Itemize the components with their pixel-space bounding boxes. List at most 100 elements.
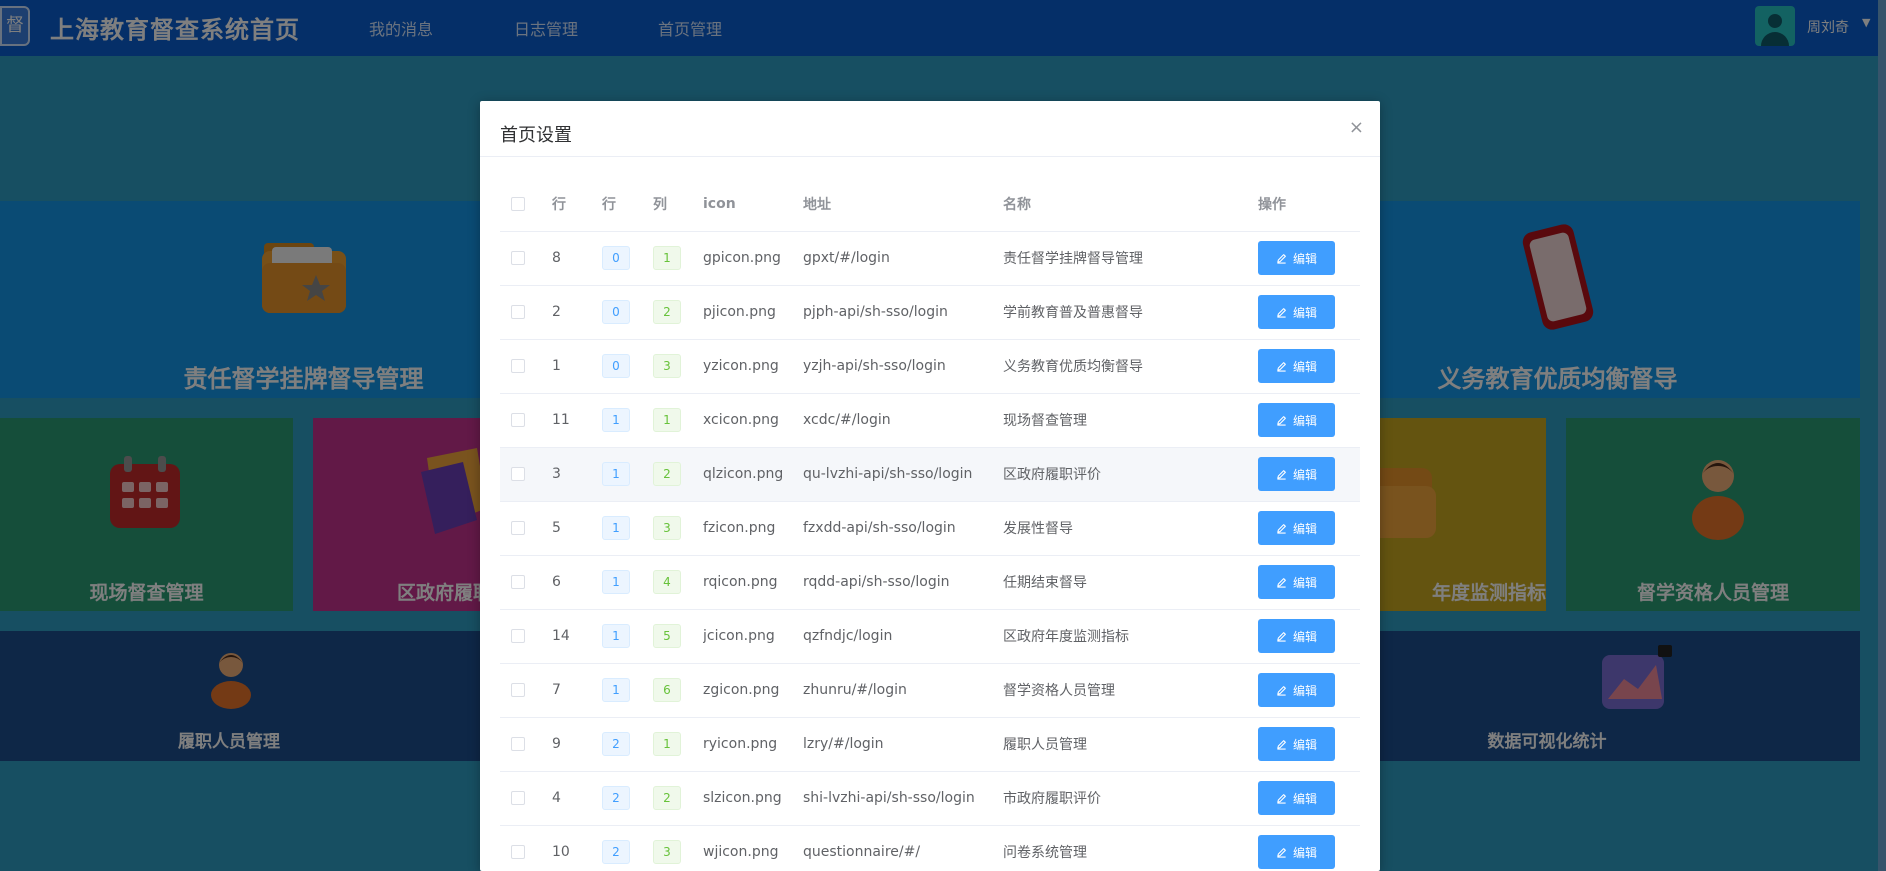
cell-id: 6 <box>552 555 602 610</box>
col-tag: 1 <box>653 732 681 756</box>
edit-button-label: 编辑 <box>1292 413 1317 428</box>
cell-action: 编辑 <box>1258 771 1360 826</box>
home-settings-dialog: 首页设置 × 行 行 列 icon 地址 名称 操作 8 0 1 gpicon.png… <box>480 101 1380 871</box>
row-checkbox[interactable] <box>511 305 525 319</box>
cell-row: 1 <box>602 393 653 448</box>
table-row: 7 1 6 zgicon.png zhunru/#/login 督学资格人员管理 编辑 <box>500 663 1360 718</box>
edit-button[interactable]: 编辑 <box>1258 511 1335 545</box>
cell-name: 督学资格人员管理 <box>1003 663 1258 718</box>
edit-button[interactable]: 编辑 <box>1258 457 1335 491</box>
edit-button[interactable]: 编辑 <box>1258 727 1335 761</box>
table-row: 1 0 3 yzicon.png yzjh-api/sh-sso/login 义务教育优质… <box>500 339 1360 394</box>
row-checkbox[interactable] <box>511 521 525 535</box>
cell-row: 2 <box>602 825 653 871</box>
row-checkbox[interactable] <box>511 413 525 427</box>
edit-button[interactable]: 编辑 <box>1258 619 1335 653</box>
edit-icon <box>1276 469 1287 480</box>
cell-id: 5 <box>552 501 602 556</box>
cell-row: 1 <box>602 555 653 610</box>
edit-button[interactable]: 编辑 <box>1258 781 1335 815</box>
row-checkbox[interactable] <box>511 845 525 859</box>
row-tag: 1 <box>602 516 630 540</box>
row-checkbox[interactable] <box>511 359 525 373</box>
edit-button-label: 编辑 <box>1292 521 1317 536</box>
row-checkbox[interactable] <box>511 575 525 589</box>
edit-button[interactable]: 编辑 <box>1258 295 1335 329</box>
edit-button[interactable]: 编辑 <box>1258 403 1335 437</box>
dialog-header: 首页设置 × <box>480 101 1380 157</box>
cell-col: 6 <box>653 663 703 718</box>
edit-button-label: 编辑 <box>1292 737 1317 752</box>
edit-button-label: 编辑 <box>1292 251 1317 266</box>
column-header: icon <box>703 177 803 232</box>
cell-address: shi-lvzhi-api/sh-sso/login <box>803 771 1003 826</box>
row-checkbox[interactable] <box>511 251 525 265</box>
edit-button[interactable]: 编辑 <box>1258 241 1335 275</box>
select-all-checkbox[interactable] <box>511 196 525 211</box>
cell-col: 2 <box>653 447 703 502</box>
edit-icon <box>1276 631 1287 642</box>
cell-icon: gpicon.png <box>703 231 803 286</box>
row-checkbox[interactable] <box>511 683 525 697</box>
row-checkbox[interactable] <box>511 629 525 643</box>
cell-address: fzxdd-api/sh-sso/login <box>803 501 1003 556</box>
col-tag: 2 <box>653 786 681 810</box>
col-tag: 6 <box>653 678 681 702</box>
cell-icon: zgicon.png <box>703 663 803 718</box>
edit-button-label: 编辑 <box>1292 791 1317 806</box>
row-tag: 0 <box>602 246 630 270</box>
cell-id: 10 <box>552 825 602 871</box>
cell-id: 11 <box>552 393 602 448</box>
column-header: 地址 <box>803 177 1003 232</box>
cell-name: 现场督查管理 <box>1003 393 1258 448</box>
table-row: 9 2 1 ryicon.png lzry/#/login 履职人员管理 编辑 <box>500 717 1360 772</box>
close-icon[interactable]: × <box>1349 119 1364 137</box>
table-row: 11 1 1 xcicon.png xcdc/#/login 现场督查管理 编辑 <box>500 393 1360 448</box>
cell-address: lzry/#/login <box>803 717 1003 772</box>
cell-col: 1 <box>653 231 703 286</box>
cell-name: 问卷系统管理 <box>1003 825 1258 871</box>
edit-button[interactable]: 编辑 <box>1258 673 1335 707</box>
edit-icon <box>1276 793 1287 804</box>
row-tag: 1 <box>602 408 630 432</box>
cell-row: 0 <box>602 285 653 340</box>
cell-name: 发展性督导 <box>1003 501 1258 556</box>
cell-id: 4 <box>552 771 602 826</box>
col-tag: 3 <box>653 354 681 378</box>
cell-col: 2 <box>653 285 703 340</box>
cell-address: yzjh-api/sh-sso/login <box>803 339 1003 394</box>
cell-row: 2 <box>602 717 653 772</box>
table-row: 5 1 3 fzicon.png fzxdd-api/sh-sso/login 发展性督导… <box>500 501 1360 556</box>
cell-name: 区政府履职评价 <box>1003 447 1258 502</box>
edit-icon <box>1276 361 1287 372</box>
table-header-row: 行 行 列 icon 地址 名称 操作 <box>500 177 1360 232</box>
edit-button[interactable]: 编辑 <box>1258 835 1335 869</box>
edit-button[interactable]: 编辑 <box>1258 565 1335 599</box>
col-tag: 3 <box>653 840 681 864</box>
edit-icon <box>1276 577 1287 588</box>
edit-button-label: 编辑 <box>1292 359 1317 374</box>
cell-action: 编辑 <box>1258 555 1360 610</box>
row-checkbox[interactable] <box>511 737 525 751</box>
cell-row: 1 <box>602 447 653 502</box>
col-tag: 1 <box>653 408 681 432</box>
cell-icon: jcicon.png <box>703 609 803 664</box>
col-tag: 5 <box>653 624 681 648</box>
cell-action: 编辑 <box>1258 339 1360 394</box>
row-checkbox[interactable] <box>511 791 525 805</box>
row-tag: 2 <box>602 840 630 864</box>
cell-action: 编辑 <box>1258 663 1360 718</box>
edit-button-label: 编辑 <box>1292 575 1317 590</box>
cell-row: 1 <box>602 609 653 664</box>
row-checkbox[interactable] <box>511 467 525 481</box>
cell-name: 责任督学挂牌督导管理 <box>1003 231 1258 286</box>
cell-col: 1 <box>653 717 703 772</box>
row-tag: 0 <box>602 300 630 324</box>
col-tag: 2 <box>653 462 681 486</box>
cell-action: 编辑 <box>1258 231 1360 286</box>
edit-icon <box>1276 253 1287 264</box>
cell-name: 任期结束督导 <box>1003 555 1258 610</box>
edit-button[interactable]: 编辑 <box>1258 349 1335 383</box>
edit-icon <box>1276 307 1287 318</box>
edit-button-label: 编辑 <box>1292 629 1317 644</box>
